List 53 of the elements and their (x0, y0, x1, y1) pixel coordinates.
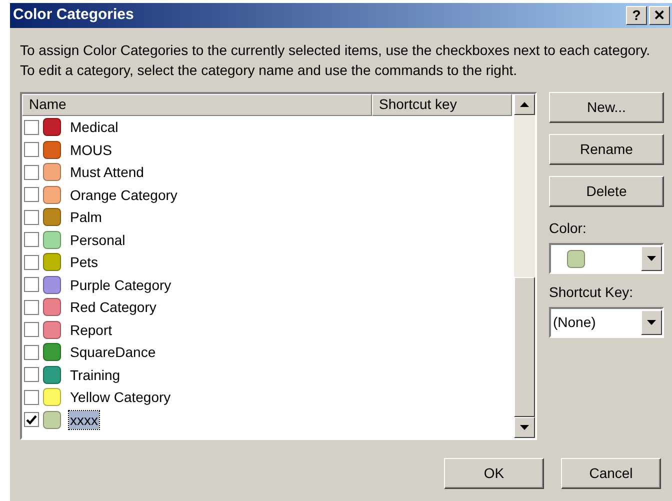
color-label: Color: (549, 219, 588, 238)
checkbox[interactable] (24, 344, 39, 360)
checkbox[interactable] (24, 367, 39, 382)
down-arrow-icon (520, 425, 529, 430)
category-name[interactable]: SquareDance (69, 343, 157, 362)
shortcut-key-dropdown[interactable]: (None) (549, 307, 664, 338)
color-dropdown[interactable] (549, 243, 664, 274)
caret-icon (647, 256, 656, 261)
dropdown-button[interactable] (641, 310, 662, 335)
category-name[interactable]: xxxx (69, 410, 99, 429)
scroll-thumb[interactable] (514, 277, 535, 417)
category-name[interactable]: Purple Category (69, 276, 172, 294)
category-name[interactable]: Orange Category (69, 186, 178, 204)
column-header[interactable]: Shortcut key (372, 94, 512, 116)
checkbox[interactable] (24, 142, 39, 158)
action-button[interactable]: New... (549, 92, 664, 123)
help-button[interactable]: ? (626, 6, 647, 25)
scroll-up-button[interactable] (514, 94, 535, 115)
checkbox[interactable] (24, 254, 39, 270)
scrollbar[interactable] (514, 94, 535, 438)
category-name[interactable]: Report (69, 320, 114, 339)
dialog-button[interactable]: Cancel (561, 458, 661, 489)
category-name[interactable]: Personal (69, 230, 126, 249)
checkbox[interactable] (24, 277, 39, 292)
checkbox[interactable] (24, 322, 39, 338)
column-header[interactable]: Name (22, 94, 372, 116)
dialog-button[interactable]: OK (444, 458, 544, 489)
action-button[interactable]: Delete (549, 176, 664, 207)
category-name[interactable]: Must Attend (69, 163, 145, 182)
checkbox[interactable] (24, 210, 39, 225)
shortcut-key-label: Shortcut Key: (549, 283, 634, 302)
checkbox[interactable] (24, 412, 39, 428)
checkbox[interactable] (24, 164, 39, 180)
category-name[interactable]: Palm (69, 208, 103, 226)
scroll-down-button[interactable] (514, 417, 535, 438)
category-name[interactable]: Medical (69, 118, 120, 136)
up-arrow-icon (520, 102, 529, 107)
category-name[interactable]: MOUS (69, 140, 113, 159)
close-button[interactable]: ✕ (649, 6, 670, 25)
action-button[interactable]: Rename (549, 134, 664, 165)
checkbox[interactable] (24, 300, 39, 315)
category-name[interactable]: Yellow Category (69, 388, 172, 406)
window-title: Color Categories (13, 5, 134, 26)
dropdown-button[interactable] (641, 246, 662, 271)
caret-icon (647, 320, 656, 325)
instruction-text: To assign Color Categories to the currently selected items, use the checkboxes next to each category. To edit a category, select the category name and use the commands to the right. (20, 42, 650, 78)
category-name[interactable]: Training (69, 366, 122, 384)
category-name[interactable]: Pets (69, 253, 100, 272)
category-name[interactable]: Red Category (69, 298, 158, 316)
checkbox[interactable] (24, 390, 39, 405)
checkbox[interactable] (24, 232, 39, 248)
checkbox[interactable] (24, 187, 39, 202)
checkbox[interactable] (24, 120, 39, 135)
